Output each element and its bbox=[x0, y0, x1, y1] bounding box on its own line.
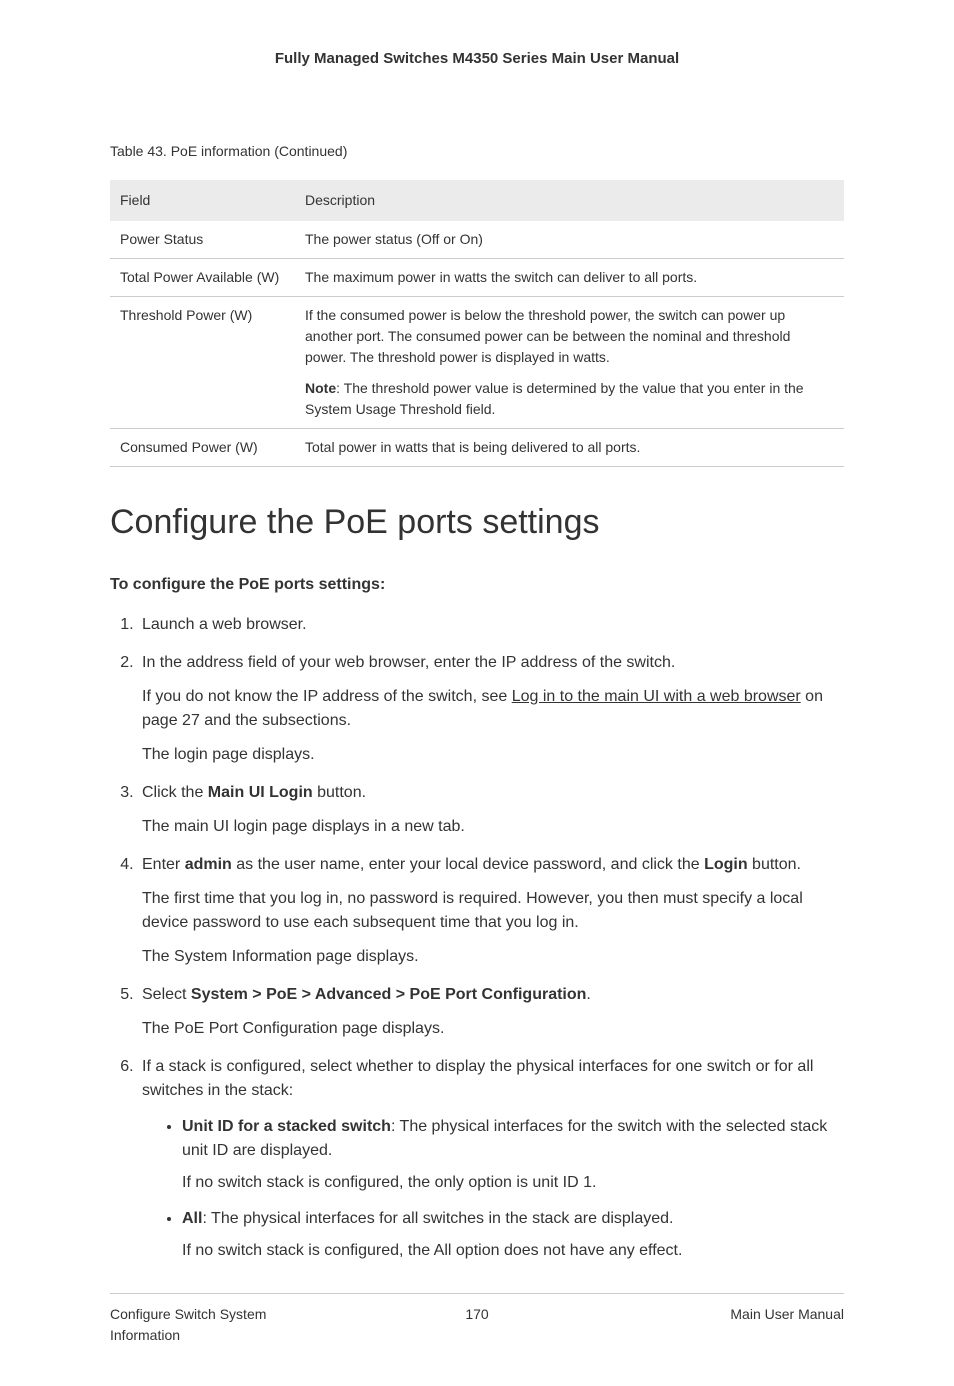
footer-right: Main User Manual bbox=[644, 1304, 844, 1325]
threshold-desc-text: If the consumed power is below the thres… bbox=[305, 307, 790, 365]
table-caption: Table 43. PoE information (Continued) bbox=[110, 141, 844, 162]
page-footer: Configure Switch System Information 170 … bbox=[110, 1293, 844, 1346]
bullet-all-para: If no switch stack is configured, the Al… bbox=[182, 1239, 844, 1263]
step-6-text: If a stack is configured, select whether… bbox=[142, 1058, 813, 1099]
step-3-para: The main UI login page displays in a new… bbox=[142, 815, 844, 839]
step-4-mid: as the user name, enter your local devic… bbox=[232, 856, 704, 873]
poe-info-table: Field Description Power Status The power… bbox=[110, 180, 844, 467]
note-label: Note bbox=[305, 380, 336, 396]
step-2-para2: The login page displays. bbox=[142, 743, 844, 767]
step-4-para1: The first time that you log in, no passw… bbox=[142, 887, 844, 935]
page-header-title: Fully Managed Switches M4350 Series Main… bbox=[110, 48, 844, 71]
col-header-description: Description bbox=[295, 180, 844, 221]
table-row: Power Status The power status (Off or On… bbox=[110, 221, 844, 259]
table-row: Threshold Power (W) If the consumed powe… bbox=[110, 296, 844, 428]
cell-field: Consumed Power (W) bbox=[110, 428, 295, 466]
cell-description: The power status (Off or On) bbox=[295, 221, 844, 259]
step-3-pre: Click the bbox=[142, 784, 208, 801]
step-6: If a stack is configured, select whether… bbox=[138, 1055, 844, 1263]
cell-description: If the consumed power is below the thres… bbox=[295, 296, 844, 428]
cell-field: Power Status bbox=[110, 221, 295, 259]
step-5-bold: System > PoE > Advanced > PoE Port Confi… bbox=[191, 986, 587, 1003]
step-2-pre: If you do not know the IP address of the… bbox=[142, 688, 512, 705]
bullet-all-text: : The physical interfaces for all switch… bbox=[202, 1210, 673, 1227]
footer-left: Configure Switch System Information bbox=[110, 1304, 310, 1346]
step-3-bold: Main UI Login bbox=[208, 784, 313, 801]
procedure-steps: Launch a web browser. In the address fie… bbox=[110, 613, 844, 1263]
bullet-unit-id: Unit ID for a stacked switch: The physic… bbox=[182, 1115, 844, 1195]
bullet-unit-id-bold: Unit ID for a stacked switch bbox=[182, 1118, 391, 1135]
step-4-pre: Enter bbox=[142, 856, 185, 873]
step-3: Click the Main UI Login button. The main… bbox=[138, 781, 844, 839]
table-row: Total Power Available (W) The maximum po… bbox=[110, 258, 844, 296]
table-header-row: Field Description bbox=[110, 180, 844, 221]
step-1: Launch a web browser. bbox=[138, 613, 844, 637]
step-5: Select System > PoE > Advanced > PoE Por… bbox=[138, 983, 844, 1041]
threshold-note: Note: The threshold power value is deter… bbox=[305, 378, 834, 420]
section-heading: Configure the PoE ports settings bbox=[110, 497, 844, 548]
step-4-para2: The System Information page displays. bbox=[142, 945, 844, 969]
bullet-all-bold: All bbox=[182, 1210, 202, 1227]
col-header-field: Field bbox=[110, 180, 295, 221]
step-5-post: . bbox=[586, 986, 590, 1003]
step-2-text: In the address field of your web browser… bbox=[142, 654, 675, 671]
step-2-para: If you do not know the IP address of the… bbox=[142, 685, 844, 733]
cell-description: The maximum power in watts the switch ca… bbox=[295, 258, 844, 296]
cell-field: Total Power Available (W) bbox=[110, 258, 295, 296]
cell-field: Threshold Power (W) bbox=[110, 296, 295, 428]
step-2: In the address field of your web browser… bbox=[138, 651, 844, 767]
note-text: : The threshold power value is determine… bbox=[305, 380, 804, 417]
step-4: Enter admin as the user name, enter your… bbox=[138, 853, 844, 969]
table-row: Consumed Power (W) Total power in watts … bbox=[110, 428, 844, 466]
step-4-bold2: Login bbox=[704, 856, 748, 873]
cell-description: Total power in watts that is being deliv… bbox=[295, 428, 844, 466]
step-4-post: button. bbox=[748, 856, 801, 873]
step-3-post: button. bbox=[313, 784, 366, 801]
login-link[interactable]: Log in to the main UI with a web browser bbox=[512, 688, 801, 705]
bullet-unit-id-para: If no switch stack is configured, the on… bbox=[182, 1171, 844, 1195]
footer-page-number: 170 bbox=[310, 1304, 644, 1325]
step-4-bold1: admin bbox=[185, 856, 232, 873]
step-1-text: Launch a web browser. bbox=[142, 616, 307, 633]
step-5-pre: Select bbox=[142, 986, 191, 1003]
step-5-para: The PoE Port Configuration page displays… bbox=[142, 1017, 844, 1041]
step-6-bullets: Unit ID for a stacked switch : The physic… bbox=[142, 1115, 844, 1263]
procedure-intro: To configure the PoE ports settings: bbox=[110, 573, 844, 597]
